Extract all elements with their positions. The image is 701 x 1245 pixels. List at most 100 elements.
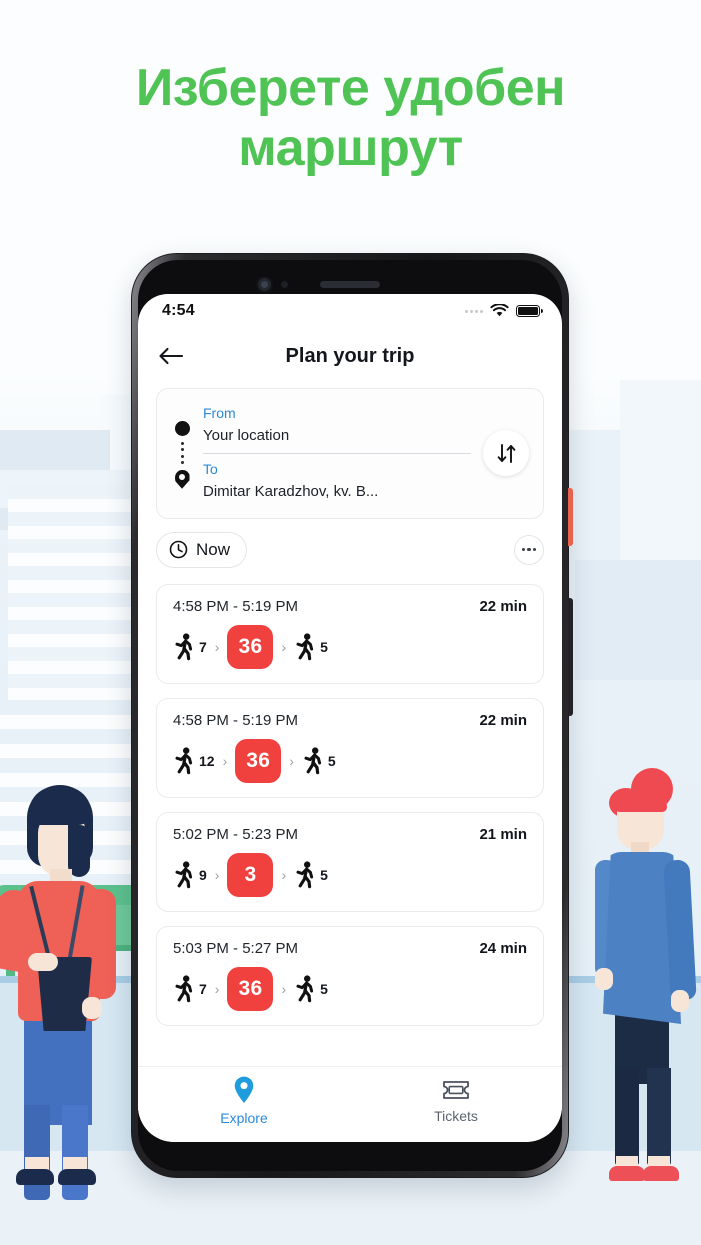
route-time-range: 4:58 PM - 5:19 PM [173, 597, 299, 615]
illustration-person-right [595, 768, 701, 1188]
trip-fields: From Your location To Dimitar Karadzhov,… [203, 403, 471, 504]
leg-separator-icon: › [289, 752, 294, 769]
nav-label-explore: Explore [220, 1110, 268, 1126]
leg-separator-icon: › [281, 980, 287, 997]
to-input[interactable]: Dimitar Karadzhov, kv. B... [203, 480, 471, 503]
walk-leg: 5 [294, 974, 328, 1003]
bottom-navigation: Explore Tickets [138, 1066, 562, 1142]
proximity-sensor-icon [281, 281, 288, 288]
walk-leg: 9 [173, 860, 207, 889]
route-time-range: 5:03 PM - 5:27 PM [173, 939, 299, 957]
route-card[interactable]: 5:03 PM - 5:27 PM 24 min 7 › 36 › 5 [156, 925, 544, 1026]
background-building-right-3 [575, 560, 701, 680]
swap-endpoints-button[interactable] [483, 430, 529, 477]
route-card[interactable]: 4:58 PM - 5:19 PM 22 min [156, 697, 544, 798]
walking-person-icon [175, 746, 193, 774]
leg-separator-icon: › [214, 980, 220, 997]
ticket-icon [443, 1081, 469, 1099]
walk-leg: 7 [173, 632, 207, 661]
power-button[interactable] [568, 488, 573, 546]
departure-time-chip[interactable]: Now [156, 531, 248, 568]
back-arrow-icon[interactable] [156, 341, 186, 371]
walk-minutes: 12 [199, 752, 215, 769]
destination-pin-icon [174, 469, 190, 489]
walk-minutes: 9 [199, 866, 207, 883]
walk-leg: 7 [173, 974, 207, 1003]
more-options-icon[interactable] [514, 534, 544, 565]
status-indicators [465, 304, 543, 318]
route-duration: 24 min [479, 939, 527, 957]
transit-line-badge: 36 [227, 624, 274, 669]
status-bar: 4:54 [138, 294, 562, 328]
leg-separator-icon: › [281, 638, 287, 655]
route-legs: 7 › 36 › 5 [173, 624, 527, 669]
walk-minutes: 5 [320, 638, 328, 655]
walking-person-icon [175, 632, 193, 660]
volume-rocker[interactable] [568, 598, 573, 716]
walking-person-icon [296, 860, 314, 888]
headline-line-2: маршрут [238, 119, 463, 178]
walk-leg: 5 [294, 860, 328, 889]
route-duration: 22 min [479, 597, 527, 615]
walking-person-icon [304, 746, 322, 774]
field-divider [203, 453, 471, 455]
promo-screenshot: Изберете удобен маршрут 4:54 Plan your t… [0, 0, 701, 1245]
route-time-range: 4:58 PM - 5:19 PM [173, 711, 299, 729]
illustration-person-left [0, 785, 140, 1200]
route-legs: 9 › 3 › 5 [173, 852, 527, 897]
route-card[interactable]: 5:02 PM - 5:23 PM 21 min 9 › 3 › 5 [156, 811, 544, 912]
transit-line-badge: 36 [227, 966, 274, 1011]
from-label: From [203, 405, 236, 421]
routes-list[interactable]: 4:58 PM - 5:19 PM 22 min 7 › 36 › 5 4:58… [138, 568, 562, 1067]
swap-vertical-icon [497, 443, 515, 463]
earpiece-speaker-icon [320, 281, 380, 288]
route-duration: 21 min [479, 825, 527, 843]
route-card[interactable]: 4:58 PM - 5:19 PM 22 min [156, 583, 544, 684]
walk-leg: 5 [294, 632, 328, 661]
front-camera-icon [256, 276, 273, 293]
departure-time-label: Now [196, 539, 231, 559]
phone-mockup: 4:54 Plan your trip From Your location T… [131, 253, 573, 1178]
leg-separator-icon: › [214, 866, 220, 883]
clock-icon [169, 540, 188, 559]
map-pin-icon [234, 1076, 254, 1103]
walk-minutes: 5 [320, 866, 328, 883]
route-time-range: 5:02 PM - 5:23 PM [173, 825, 299, 843]
app-bar: Plan your trip [138, 328, 562, 384]
page-title: Plan your trip [285, 344, 415, 367]
headline-line-1: Изберете удобен [135, 59, 566, 117]
walk-minutes: 5 [327, 752, 336, 769]
walk-leg: 5 [302, 746, 336, 775]
status-time: 4:54 [162, 302, 195, 319]
wifi-icon [490, 304, 509, 317]
route-legs: 7 › 36 › 5 [173, 966, 527, 1011]
leg-separator-icon: › [214, 638, 220, 655]
phone-screen-bezel: 4:54 Plan your trip From Your location T… [138, 260, 562, 1171]
app-screen: 4:54 Plan your trip From Your location T… [138, 294, 562, 1142]
transit-line-badge: 3 [227, 852, 274, 897]
filter-row: Now [156, 531, 544, 568]
walk-leg: 12 [173, 746, 215, 775]
walking-person-icon [175, 860, 193, 888]
route-legs: 12 › 36 › 5 [173, 738, 527, 783]
nav-item-explore[interactable]: Explore [138, 1075, 350, 1126]
origin-dot-icon [174, 420, 190, 436]
leg-separator-icon: › [222, 752, 228, 769]
transit-line-badge: 36 [235, 738, 282, 783]
from-input[interactable]: Your location [203, 424, 471, 447]
walk-minutes: 7 [199, 980, 207, 997]
to-label: To [203, 461, 218, 478]
leg-separator-icon: › [281, 866, 287, 883]
walk-minutes: 7 [199, 638, 207, 655]
walking-person-icon [296, 974, 314, 1002]
walk-minutes: 5 [320, 980, 328, 997]
route-endpoints-rail [173, 418, 191, 489]
trip-search-card[interactable]: From Your location To Dimitar Karadzhov,… [156, 388, 544, 519]
signal-dots-icon [465, 309, 483, 313]
promo-headline: Изберете удобен маршрут [0, 58, 701, 179]
route-duration: 22 min [479, 711, 527, 729]
walking-person-icon [175, 974, 193, 1002]
route-dashed-line [180, 436, 184, 470]
nav-item-tickets[interactable]: Tickets [350, 1077, 562, 1124]
walking-person-icon [296, 632, 314, 660]
